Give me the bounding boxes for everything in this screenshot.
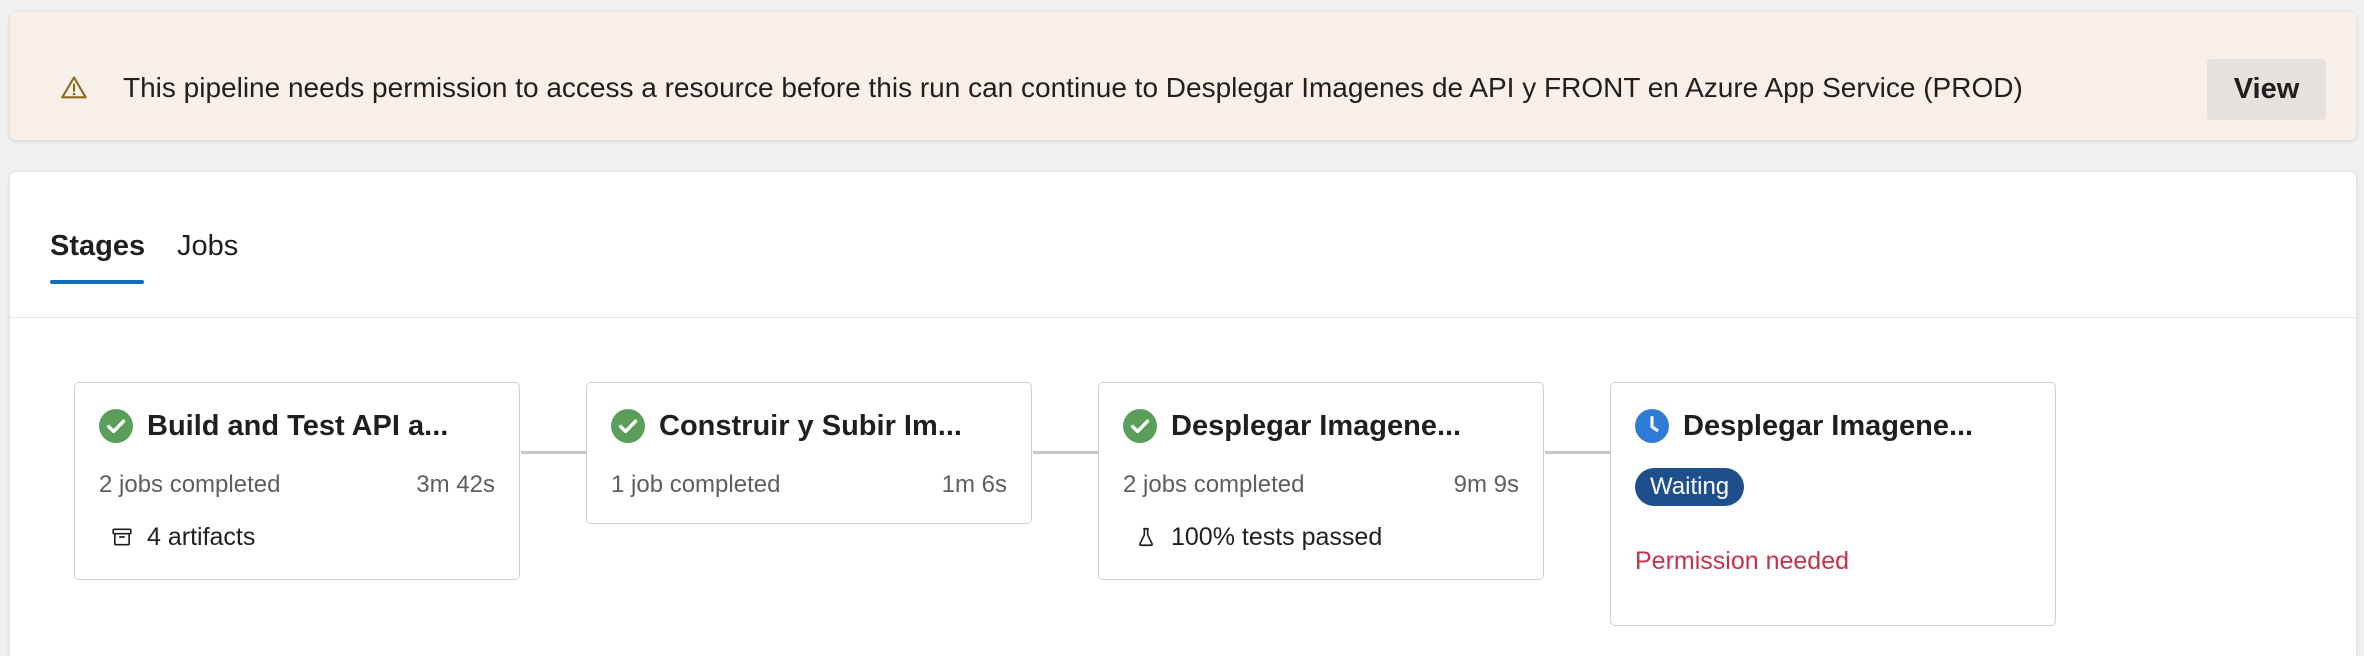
permission-needed-text: Permission needed [1635,547,1850,575]
artifact-box-icon [112,528,132,546]
stage-tests-label: 100% tests passed [1171,523,1383,551]
success-check-icon [99,409,133,443]
stage-duration: 9m 9s [1453,471,1519,498]
stage-card[interactable]: Construir y Subir Im... 1 job completed … [586,382,1032,524]
stage-tests-link[interactable]: 100% tests passed [1135,521,1382,553]
clock-icon [1635,409,1669,443]
active-tab-indicator [50,280,144,284]
stage-duration: 3m 42s [416,471,495,498]
stage-title: Build and Test API a... [147,410,449,442]
stages-panel: Stages Jobs Build and Test API a... 2 jo… [10,172,2356,656]
stage-jobs-completed: 2 jobs completed [99,471,281,498]
view-button[interactable]: View [2207,59,2326,120]
success-check-icon [611,409,645,443]
stage-duration: 1m 6s [941,471,1007,498]
stage-connector [521,451,589,454]
tab-jobs[interactable]: Jobs [177,228,238,264]
stage-connector [1545,451,1613,454]
stage-artifacts-link[interactable]: 4 artifacts [111,521,255,553]
stage-title: Desplegar Imagene... [1171,410,1462,442]
stage-artifacts-label: 4 artifacts [147,523,256,551]
warning-icon [61,76,87,99]
stage-jobs-completed: 2 jobs completed [1123,471,1305,498]
flask-icon [1139,527,1153,547]
stage-title: Construir y Subir Im... [659,410,962,442]
stage-title: Desplegar Imagene... [1683,410,1974,442]
success-check-icon [1123,409,1157,443]
tab-bar: Stages Jobs [10,172,2356,318]
permission-banner: This pipeline needs permission to access… [10,12,2356,140]
stage-jobs-completed: 1 job completed [611,471,781,498]
status-badge: Waiting [1635,468,1745,506]
stage-connector [1033,451,1101,454]
tab-stages[interactable]: Stages [50,228,145,264]
stage-card[interactable]: Desplegar Imagene... 2 jobs completed 9m… [1098,382,1544,580]
banner-message: This pipeline needs permission to access… [123,72,2023,103]
stage-card[interactable]: Desplegar Imagene... Waiting Permission … [1610,382,2056,626]
stage-card[interactable]: Build and Test API a... 2 jobs completed… [74,382,520,580]
